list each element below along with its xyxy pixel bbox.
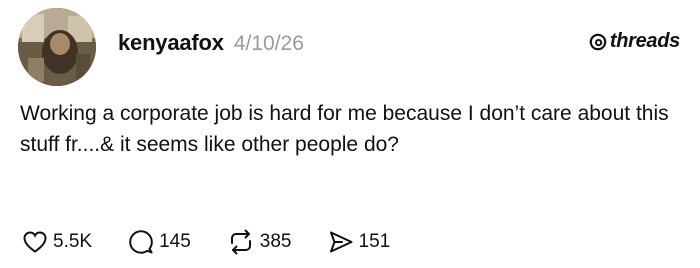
avatar-photo-icon	[18, 8, 96, 86]
post-header: kenyaafox 4/10/26	[118, 30, 304, 56]
comment-button[interactable]: 145	[128, 229, 191, 255]
share-count: 151	[358, 231, 391, 252]
like-count: 5.5K	[53, 231, 93, 252]
share-button[interactable]: 151	[328, 229, 391, 255]
repost-button[interactable]: 385	[227, 229, 292, 255]
post-actions: 5.5K 145 385 151	[22, 229, 426, 255]
threads-icon	[589, 33, 607, 51]
post-text: Working a corporate job is hard for me b…	[20, 102, 669, 156]
comment-icon	[129, 230, 153, 254]
repost-count: 385	[259, 231, 292, 252]
post-date: 4/10/26	[233, 32, 304, 55]
comment-count: 145	[159, 231, 191, 252]
threads-logo: threads	[589, 30, 680, 53]
send-icon	[329, 231, 352, 253]
like-button[interactable]: 5.5K	[22, 230, 92, 254]
avatar[interactable]	[18, 8, 96, 86]
repost-icon	[230, 229, 251, 255]
username[interactable]: kenyaafox	[118, 30, 224, 56]
threads-post-card: kenyaafox 4/10/26 threads Working a corp…	[0, 0, 700, 268]
threads-wordmark: threads	[609, 30, 680, 52]
heart-icon	[23, 231, 47, 253]
